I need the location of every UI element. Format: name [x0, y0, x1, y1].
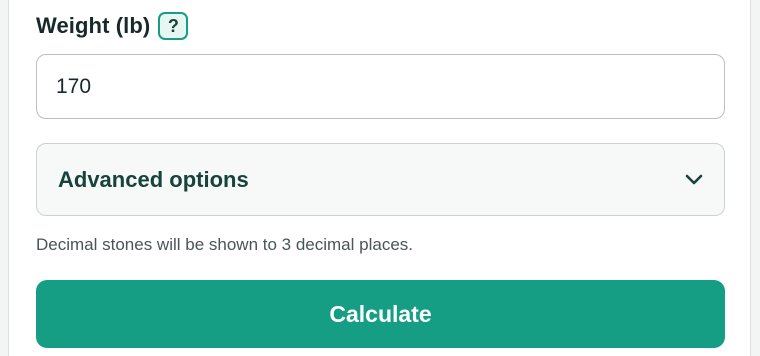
advanced-options-toggle[interactable]: Advanced options: [36, 143, 725, 216]
decimal-places-hint: Decimal stones will be shown to 3 decima…: [36, 235, 414, 254]
calculator-card: Weight (lb) ? Advanced options Decimal s…: [8, 0, 751, 356]
chevron-down-icon: [684, 170, 704, 190]
advanced-options-label: Advanced options: [58, 166, 249, 192]
weight-label-row: Weight (lb) ?: [36, 10, 189, 42]
weight-label: Weight (lb): [36, 13, 151, 38]
weight-input[interactable]: [36, 54, 725, 119]
weight-help-button[interactable]: ?: [158, 12, 189, 40]
calculate-button[interactable]: Calculate: [36, 280, 725, 348]
